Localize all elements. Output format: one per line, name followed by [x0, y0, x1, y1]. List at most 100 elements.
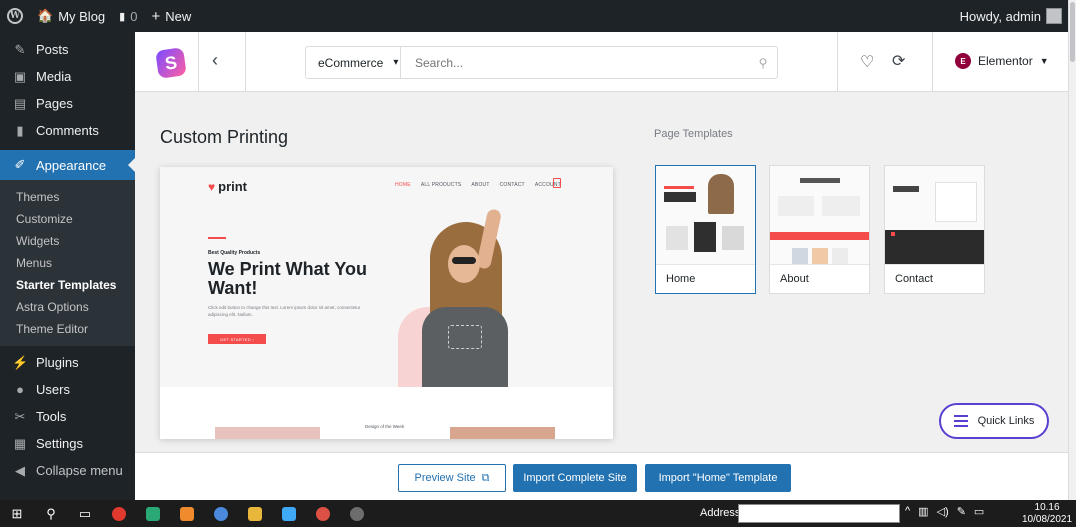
taskbar-app-tool[interactable] [340, 500, 374, 527]
sidebar-item-tools[interactable]: ✂ Tools [0, 403, 135, 430]
sidebar-item-media[interactable]: ▣ Media [0, 63, 135, 90]
media-icon: ▣ [13, 68, 27, 84]
preview-kicker: Best Quality Products [208, 250, 261, 256]
template-card-home[interactable]: Home [655, 165, 756, 294]
system-tray: ^ ▥ ◁) ✎ ▭ [905, 505, 984, 518]
sidebar-item-pages[interactable]: ▤ Pages [0, 90, 135, 117]
system-clock[interactable]: 10.16 10/08/2021 [1022, 502, 1072, 526]
wordpress-icon: W [7, 8, 23, 24]
import-home-template-button[interactable]: Import "Home" Template [645, 464, 791, 492]
favorites-button[interactable]: ♡ [860, 52, 874, 72]
import-action-bar: Preview Site ⧉ Import Complete Site Impo… [135, 452, 1068, 500]
volume-icon[interactable]: ◁) [937, 505, 949, 518]
pages-icon: ▤ [13, 95, 27, 111]
preview-cta: GET STARTED › [208, 334, 266, 344]
sidebar-item-posts[interactable]: ✎ Posts [0, 36, 135, 63]
search-input[interactable] [401, 48, 749, 77]
sidebar-item-label: Collapse menu [36, 463, 123, 478]
sidebar-item-label: Appearance [36, 157, 107, 173]
network-icon[interactable]: ▥ [918, 505, 928, 518]
taskbar-search-button[interactable]: ⚲ [34, 500, 68, 527]
sidebar-item-comments[interactable]: ▮ Comments [0, 117, 135, 144]
cart-icon [553, 178, 561, 188]
sidebar-item-label: Users [36, 382, 70, 397]
submenu-item-widgets[interactable]: Widgets [0, 230, 135, 252]
appearance-submenu: Themes Customize Widgets Menus Starter T… [0, 180, 135, 346]
hamburger-icon [953, 415, 968, 427]
template-card-contact[interactable]: Contact [884, 165, 985, 294]
scrollbar-thumb[interactable] [1070, 2, 1075, 62]
heart-icon: ♡ [860, 54, 875, 71]
template-card-about[interactable]: About [769, 165, 870, 294]
sidebar-item-users[interactable]: ● Users [0, 376, 135, 403]
category-select[interactable]: eCommerce ▾ [306, 47, 401, 78]
howdy-label: Howdy, admin [959, 8, 1041, 24]
pen-icon[interactable]: ✎ [957, 505, 966, 518]
browser-icon [214, 506, 228, 521]
preview-logo: ♥ print [208, 179, 248, 194]
submenu-item-astra-options[interactable]: Astra Options [0, 296, 135, 318]
search-icon[interactable]: ⚲ [749, 56, 777, 70]
home-icon: 🏠 [37, 8, 54, 23]
sidebar-item-label: Tools [36, 409, 67, 424]
taskbar-app-chat[interactable] [272, 500, 306, 527]
page-templates-heading: Page Templates [654, 128, 733, 140]
sidebar-collapse-menu[interactable]: ◀ Collapse menu [0, 457, 135, 484]
submenu-item-customize[interactable]: Customize [0, 208, 135, 230]
address-label: Address [700, 507, 741, 519]
submenu-item-themes[interactable]: Themes [0, 186, 135, 208]
wrench-icon: ✂ [14, 408, 26, 424]
admin-bar: W 🏠 My Blog ▮ 0 + New Howdy, admin [0, 0, 1068, 32]
submenu-item-menus[interactable]: Menus [0, 252, 135, 274]
page-builder-select[interactable]: E Elementor ▼ [955, 53, 1049, 69]
comment-icon: ▮ [16, 122, 24, 138]
import-complete-site-button[interactable]: Import Complete Site [513, 464, 637, 492]
address-input[interactable] [738, 504, 900, 523]
brush-icon: ✐ [14, 157, 26, 172]
sidebar-item-plugins[interactable]: ⚡ Plugins [0, 349, 135, 376]
template-label: Home [666, 273, 696, 285]
preview-site-button[interactable]: Preview Site ⧉ [398, 464, 506, 492]
taskbar-app-orange[interactable] [170, 500, 204, 527]
preview-lower-section: Design of the Week [160, 387, 613, 439]
taskbar-app-chrome[interactable] [306, 500, 340, 527]
template-label: Contact [895, 273, 933, 285]
wordpress-logo-button[interactable]: W [0, 0, 30, 32]
chevron-up-icon[interactable]: ^ [905, 505, 910, 518]
sidebar-item-label: Media [36, 69, 72, 84]
quick-links-button[interactable]: Quick Links [939, 403, 1049, 439]
back-button[interactable]: ‹ [212, 50, 218, 71]
start-button[interactable]: ⊞ [0, 500, 34, 527]
taskbar-app-files[interactable] [238, 500, 272, 527]
collapse-icon: ◀ [15, 462, 25, 478]
taskbar-app-browser[interactable] [204, 500, 238, 527]
page-scrollbar[interactable] [1068, 0, 1076, 500]
search-bar: eCommerce ▾ ⚲ [305, 46, 778, 79]
account-menu[interactable]: Howdy, admin [953, 0, 1068, 32]
new-content-link[interactable]: + New [144, 0, 198, 32]
external-link-icon: ⧉ [481, 471, 490, 484]
site-preview[interactable]: ♥ print HOME ALL PRODUCTS ABOUT CONTACT … [160, 167, 613, 439]
preview-week-label: Design of the Week [365, 424, 405, 429]
caret-down-icon: ▼ [1039, 56, 1049, 66]
taskbar-app-terminal[interactable] [136, 500, 170, 527]
submenu-item-starter-templates[interactable]: Starter Templates [0, 274, 135, 296]
os-taskbar: ⊞ ⚲ ▭ Address ^ ▥ ◁) ✎ ▭ 10.16 10/08/202… [0, 500, 1076, 527]
app-icon [180, 506, 194, 521]
task-view-icon: ▭ [78, 505, 92, 521]
plug-icon: ⚡ [12, 354, 29, 370]
taskbar-app-power[interactable] [102, 500, 136, 527]
sync-library-button[interactable]: ⟳ [892, 51, 905, 71]
heart-logo-icon: ♥ [208, 179, 216, 194]
sidebar-item-appearance[interactable]: ✐ Appearance [0, 150, 135, 180]
sidebar-item-label: Comments [36, 123, 99, 138]
site-name-link[interactable]: 🏠 My Blog [30, 0, 112, 32]
comments-link[interactable]: ▮ 0 [112, 0, 144, 32]
template-thumbnail [885, 166, 984, 265]
sidebar-item-settings[interactable]: ▦ Settings [0, 430, 135, 457]
sidebar-item-label: Posts [36, 42, 69, 57]
tool-app-icon [350, 506, 364, 521]
notification-icon[interactable]: ▭ [974, 505, 984, 518]
task-view-button[interactable]: ▭ [68, 500, 102, 527]
submenu-item-theme-editor[interactable]: Theme Editor [0, 318, 135, 340]
